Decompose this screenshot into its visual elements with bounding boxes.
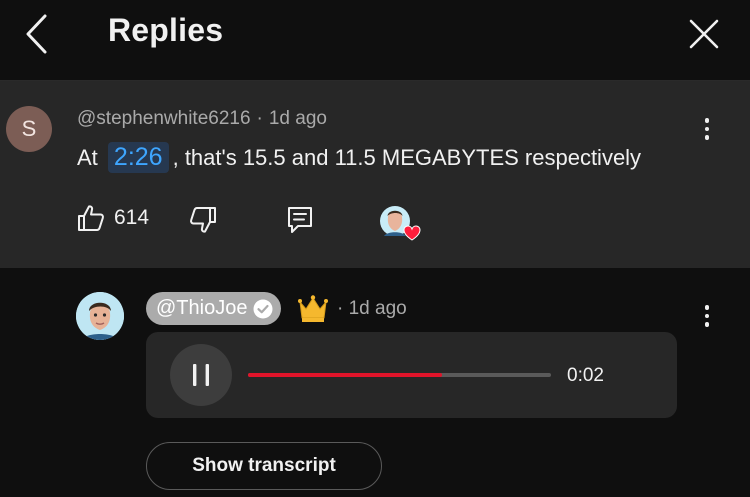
crown-icon xyxy=(297,294,329,329)
comment-author[interactable]: @stephenwhite6216 xyxy=(77,108,251,129)
comment-menu-button[interactable] xyxy=(697,114,717,144)
reply-author-avatar[interactable] xyxy=(76,292,124,340)
chevron-left-icon xyxy=(26,14,47,54)
avatar[interactable]: S xyxy=(6,106,52,152)
comment-text-start: At xyxy=(77,145,98,170)
heart-icon xyxy=(403,225,421,241)
separator-dot: · xyxy=(256,108,263,129)
comment-icon xyxy=(288,207,312,233)
close-icon xyxy=(689,19,719,49)
audio-progress-bar[interactable] xyxy=(248,373,551,377)
timestamp-link[interactable]: 2:26 xyxy=(107,142,169,173)
more-vertical-icon xyxy=(704,305,710,310)
audio-elapsed-time: 0:02 xyxy=(567,365,604,386)
reply-menu-button[interactable] xyxy=(697,301,717,331)
separator-dot: · xyxy=(337,298,344,319)
close-button[interactable] xyxy=(682,12,726,56)
thumbs-up-icon xyxy=(78,205,104,231)
audio-progress-fill xyxy=(248,373,442,377)
back-button[interactable] xyxy=(14,12,58,56)
verified-check-icon xyxy=(253,299,273,318)
author-chip[interactable]: @ThioJoe xyxy=(146,292,282,325)
reply-button[interactable] xyxy=(286,205,314,240)
avatar-portrait xyxy=(76,292,124,340)
comment-time: 1d ago xyxy=(268,108,327,129)
voice-reply-player: 0:02 xyxy=(146,332,677,418)
creator-heart xyxy=(379,204,425,242)
header: Replies xyxy=(0,0,750,81)
comment-meta: @stephenwhite6216 · 1d ago xyxy=(77,108,327,130)
pause-icon xyxy=(193,364,209,386)
like-count: 614 xyxy=(114,206,150,229)
reply-meta: · 1d ago xyxy=(337,298,407,320)
more-vertical-icon xyxy=(704,118,710,123)
comment-text: At 2:26, that's 15.5 and 11.5 MEGABYTES … xyxy=(77,142,641,173)
pause-button[interactable] xyxy=(170,344,232,406)
page-title: Replies xyxy=(108,12,224,48)
comment-text-end: , that's 15.5 and 11.5 MEGABYTES respect… xyxy=(172,145,642,170)
reply-author-name: @ThioJoe xyxy=(156,297,248,319)
like-button[interactable]: 614 xyxy=(76,203,149,233)
reply-time: 1d ago xyxy=(348,298,407,319)
creator-heart-avatar xyxy=(380,206,421,241)
show-transcript-button[interactable]: Show transcript xyxy=(146,442,382,490)
dislike-button[interactable] xyxy=(188,205,218,240)
thumbs-down-icon xyxy=(190,207,216,233)
